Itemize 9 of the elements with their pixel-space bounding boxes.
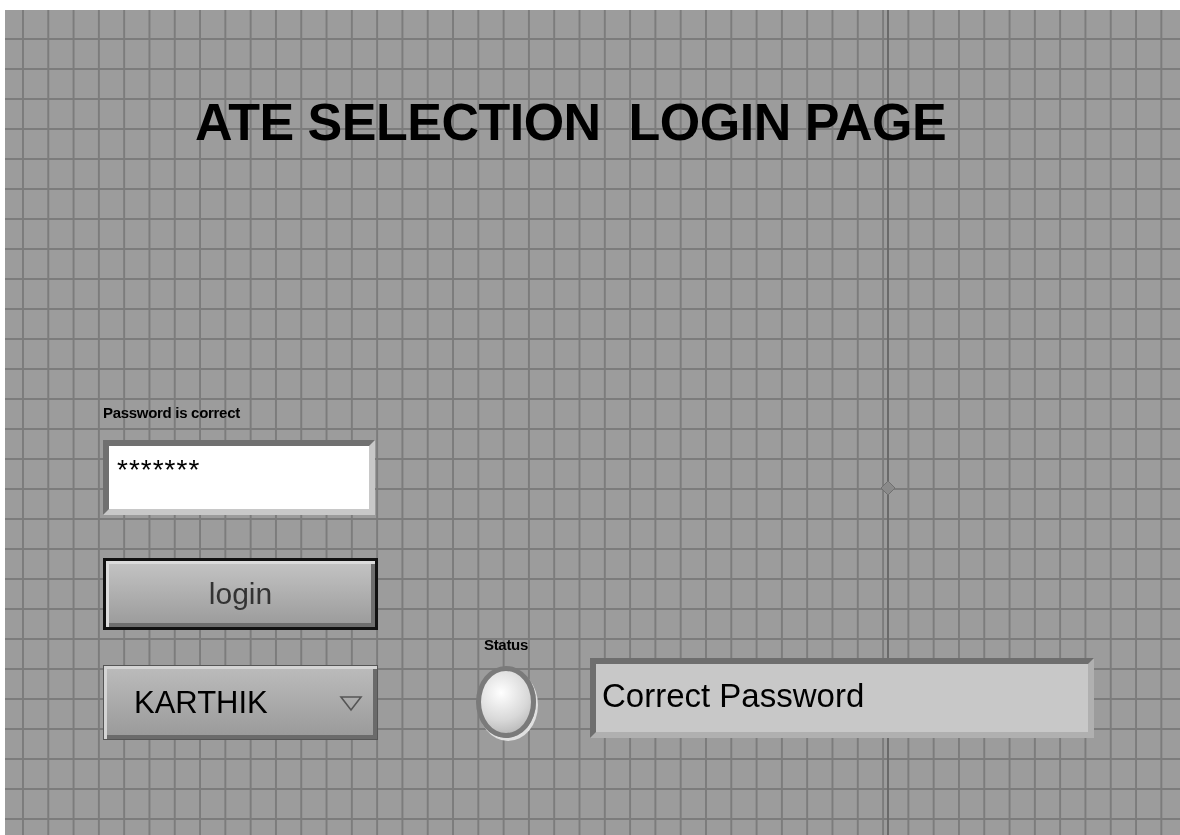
status-label: Status [483, 636, 528, 654]
user-dropdown[interactable]: KARTHIK [103, 665, 378, 740]
password-field[interactable]: ******* [103, 440, 375, 515]
caret-icon [339, 693, 363, 712]
page-title: ATE SELECTION LOGIN PAGE [195, 92, 947, 153]
splitter-handle[interactable] [881, 481, 895, 495]
message-display: Correct Password [590, 658, 1094, 738]
login-button[interactable]: login [103, 558, 378, 630]
field-label: Password is correct [103, 404, 240, 422]
